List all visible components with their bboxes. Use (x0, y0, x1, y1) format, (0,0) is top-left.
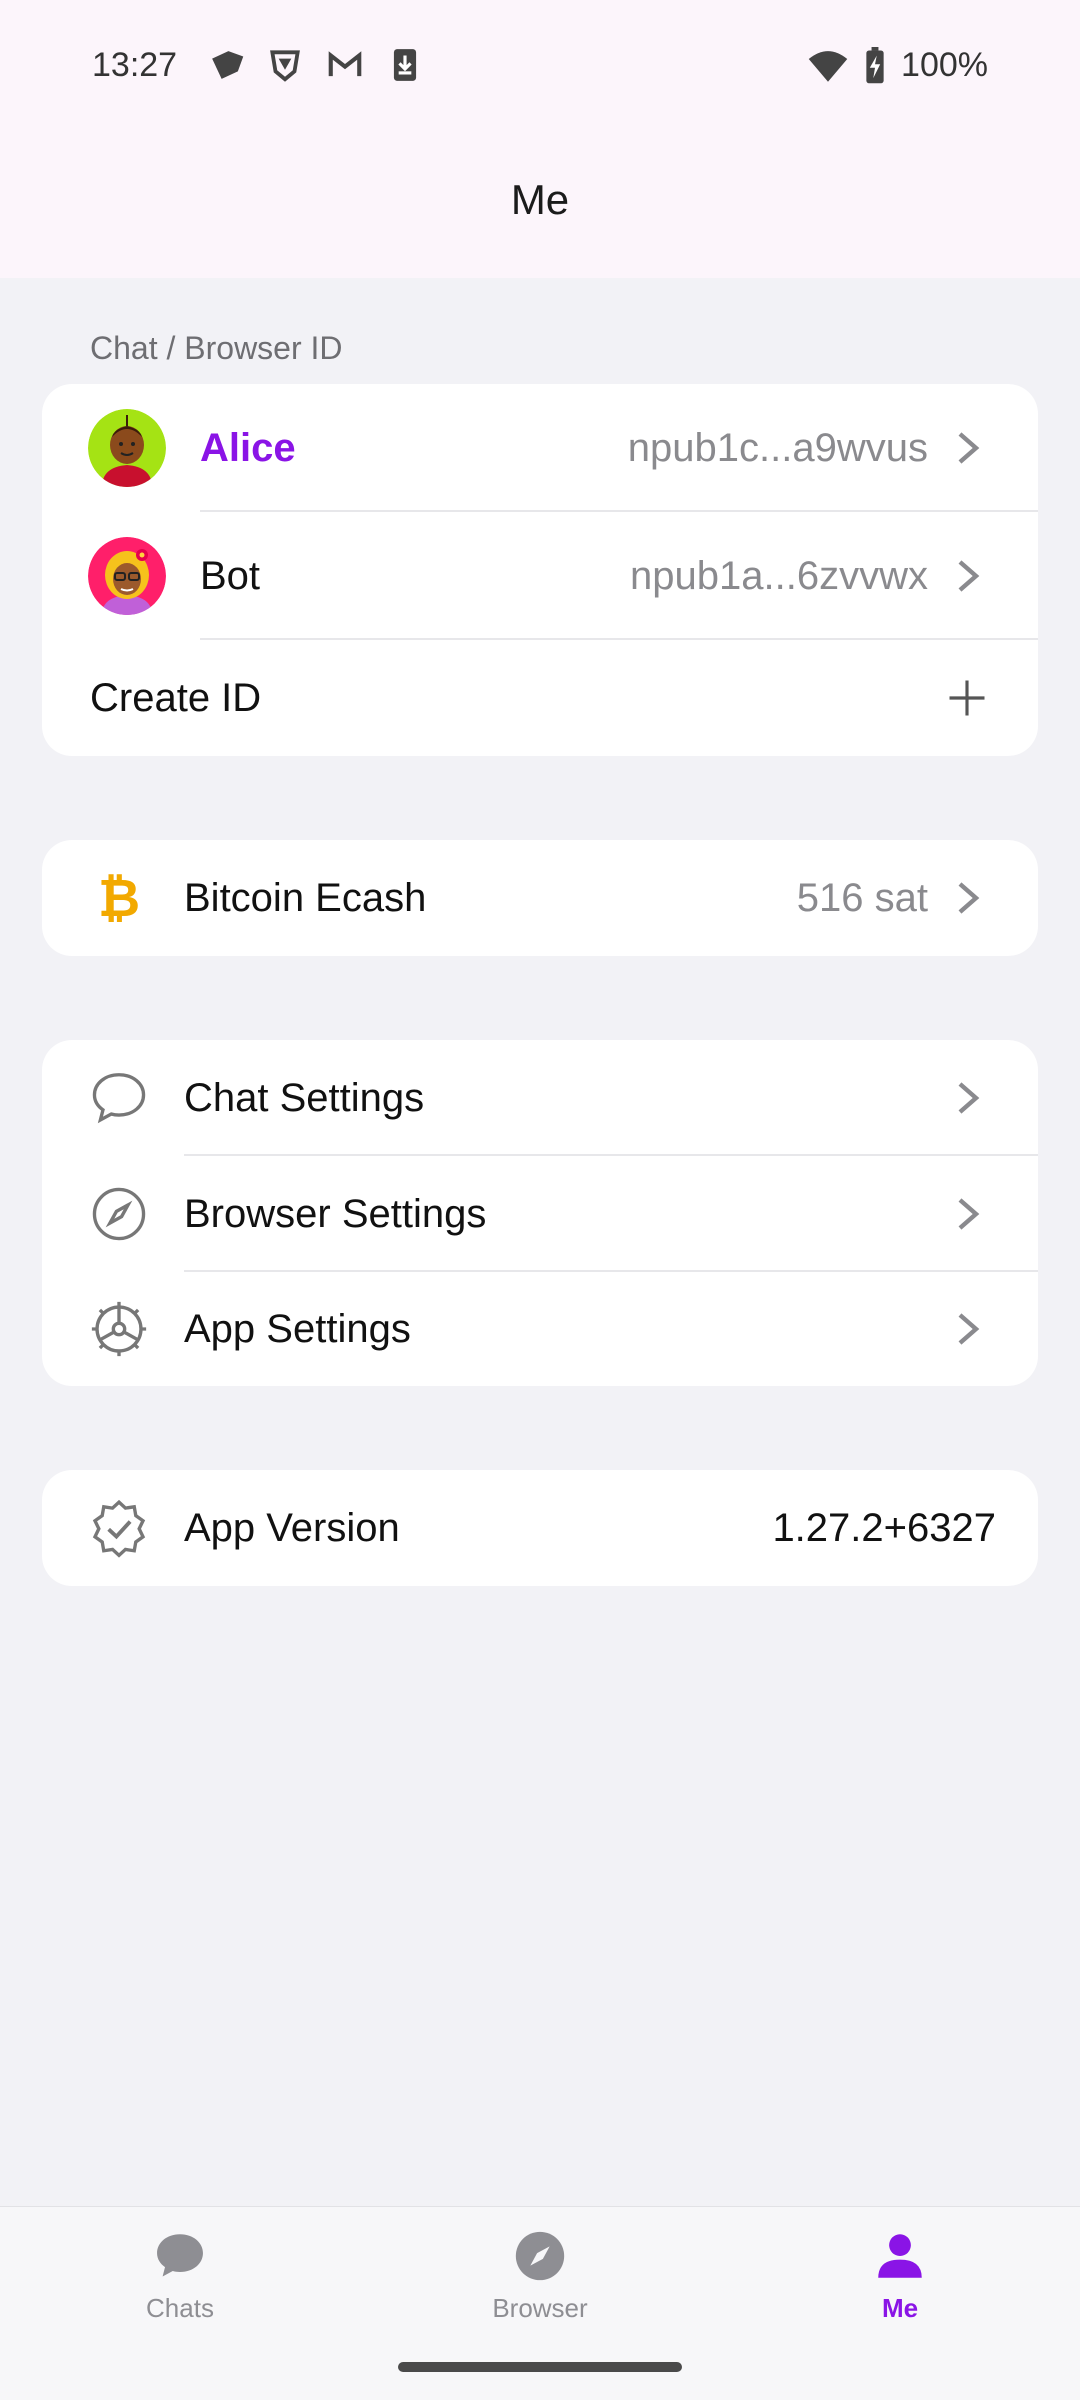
settings-label: App Settings (184, 1306, 411, 1351)
avatar (88, 409, 166, 487)
app-settings-row[interactable]: App Settings (42, 1272, 1038, 1386)
create-id-label: Create ID (90, 675, 262, 720)
app-version-row: App Version 1.27.2+6327 (42, 1470, 1038, 1586)
verified-badge-icon (92, 1499, 146, 1558)
wifi-icon (808, 50, 848, 82)
nav-chats[interactable]: Chats (80, 2227, 280, 2324)
home-indicator[interactable] (398, 2362, 682, 2372)
chat-settings-row[interactable]: Chat Settings (42, 1040, 1038, 1156)
notification-icons (206, 46, 424, 84)
ids-card: Alice npub1c...a9wvus Bot npub1a...6zvvw… (42, 384, 1038, 756)
chevron-right-icon (958, 1313, 980, 1345)
battery-percent: 100% (901, 46, 988, 84)
nav-label: Browser (492, 2293, 588, 2323)
compass-icon (92, 1187, 146, 1241)
compass-icon (515, 2231, 565, 2281)
bitcoin-icon: ₿ (98, 869, 140, 929)
status-time: 13:27 (92, 46, 178, 84)
gear-icon (91, 1301, 147, 1357)
tag-icon (206, 46, 244, 84)
app-root: 13:27 100% Me Chat / Browser ID Alice np… (0, 0, 1080, 2400)
version-label: App Version (184, 1505, 400, 1550)
chevron-right-icon (958, 560, 980, 592)
chat-icon (157, 2234, 203, 2277)
battery-charging-icon (866, 46, 884, 83)
id-row-alice[interactable]: Alice npub1c...a9wvus (42, 384, 1038, 512)
chevron-right-icon (958, 1082, 980, 1114)
svg-text:₿: ₿ (98, 869, 140, 929)
chevron-right-icon (958, 432, 980, 464)
wallet-card: ₿ Bitcoin Ecash 516 sat (42, 840, 1038, 956)
status-right: 100% (807, 46, 988, 85)
wallet-label: Bitcoin Ecash (184, 875, 427, 920)
chevron-right-icon (958, 1198, 980, 1230)
browser-settings-row[interactable]: Browser Settings (42, 1156, 1038, 1272)
bitcoin-ecash-row[interactable]: ₿ Bitcoin Ecash 516 sat (42, 840, 1038, 956)
nav-label: Chats (146, 2293, 214, 2323)
chevron-right-icon (958, 882, 980, 914)
version-card: App Version 1.27.2+6327 (42, 1470, 1038, 1586)
gmail-icon (326, 46, 364, 84)
plus-icon[interactable] (946, 677, 988, 719)
id-npub: npub1c...a9wvus (627, 425, 928, 470)
avatar (88, 537, 166, 615)
person-icon (878, 2234, 922, 2278)
top-bar: 13:27 100% Me (0, 0, 1080, 278)
wallet-balance: 516 sat (796, 875, 928, 920)
id-name: Bot (200, 553, 261, 598)
chat-bubble-icon (92, 1073, 146, 1124)
settings-card: Chat Settings Browser Settings App Setti… (42, 1040, 1038, 1386)
nav-label: Me (881, 2293, 919, 2323)
id-name: Alice (200, 425, 296, 470)
shield-icon (266, 46, 304, 84)
id-row-bot[interactable]: Bot npub1a...6zvvwx (42, 512, 1038, 640)
settings-label: Browser Settings (184, 1191, 487, 1236)
create-id-row[interactable]: Create ID (42, 640, 1038, 756)
status-bar: 13:27 100% (0, 0, 1080, 134)
nav-me[interactable]: Me (800, 2227, 1000, 2324)
id-npub: npub1a...6zvvwx (630, 553, 928, 598)
download-icon (386, 46, 424, 84)
version-value: 1.27.2+6327 (772, 1505, 996, 1550)
ids-section-label: Chat / Browser ID (90, 330, 343, 366)
settings-label: Chat Settings (184, 1075, 425, 1120)
nav-browser[interactable]: Browser (440, 2227, 640, 2324)
page-title: Me (510, 176, 570, 223)
